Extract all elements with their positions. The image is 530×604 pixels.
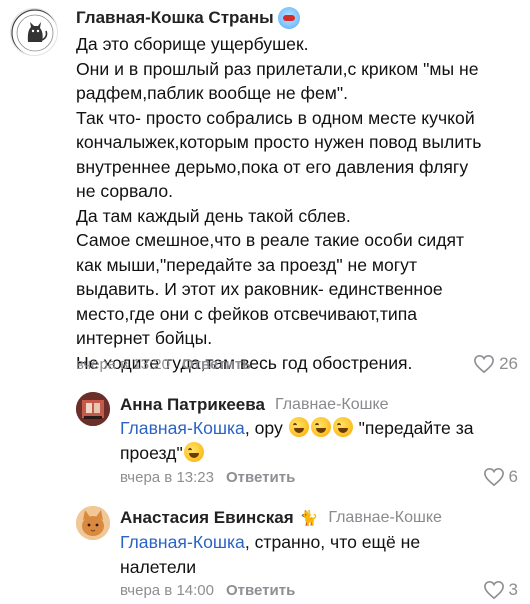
reply-button[interactable]: Ответить [226, 582, 295, 599]
avatar[interactable] [76, 506, 110, 540]
comment-author[interactable]: Анастасия Евинская [120, 508, 294, 528]
text-line: внутреннее дерьмо,пока от его давления ф… [76, 156, 469, 177]
text-fragment: проезд" [120, 442, 183, 463]
heart-icon [483, 467, 504, 487]
like-count: 26 [499, 354, 518, 373]
comment-time[interactable]: вчера в 13:20 [76, 356, 170, 373]
heart-icon [483, 580, 504, 600]
badge-icon [277, 7, 300, 29]
cat-logo-icon [11, 9, 57, 55]
comment-author[interactable]: Анна Патрикеева [120, 395, 265, 415]
text-line: Они и в прошлый раз прилетали,с криком "… [76, 58, 479, 79]
reply-to-label[interactable]: Главнае-Кошке [275, 396, 389, 414]
like-button[interactable]: 26 [473, 354, 518, 374]
reply-button[interactable]: Ответить [182, 356, 251, 373]
reply-button[interactable]: Ответить [226, 469, 295, 486]
heart-icon [474, 354, 494, 374]
text-fragment: налетели [120, 556, 197, 577]
like-button[interactable]: 6 [483, 467, 518, 487]
cat-icon: 🐈 [299, 510, 319, 527]
comment-meta: вчера в 13:20 Ответить [76, 356, 251, 373]
rofl-emoji-icon [288, 417, 309, 437]
like-count: 6 [508, 467, 518, 486]
avatar[interactable] [10, 8, 58, 56]
avatar[interactable] [76, 392, 110, 426]
text-line: Так что- просто собрались в одном месте … [76, 107, 475, 128]
text-fragment: , странно, что ещё не [244, 532, 421, 552]
comment-text: Да это сборище ущербушек. Они и в прошлы… [76, 32, 526, 375]
mention-link[interactable]: Главная-Кошка [120, 532, 245, 552]
comment-time[interactable]: вчера в 13:23 [120, 469, 214, 486]
comment-time[interactable]: вчера в 14:00 [120, 582, 214, 599]
text-line: выдавить. И этот их раковник- единственн… [76, 279, 443, 299]
avatar-image-icon [76, 392, 110, 426]
text-line: как мыши,"передайте за проезд" не могут [76, 254, 418, 275]
comment-text: Главная-Кошка, странно, что ещё не налет… [120, 530, 520, 579]
rofl-emoji-icon [332, 417, 353, 437]
comment-meta: вчера в 13:23 Ответить [120, 469, 295, 486]
text-line: не сорвало. [76, 181, 174, 201]
avatar-image-icon [76, 506, 110, 540]
text-line: кончалыжек,которым просто нужен повод вы… [76, 132, 482, 152]
text-line: Да там каждый день такой сблев. [76, 205, 351, 226]
reply-to-label[interactable]: Главнае-Кошке [328, 509, 442, 527]
comment-text: Главная-Кошка, ору "передайте за проезд" [120, 416, 520, 465]
rofl-emoji-icon [183, 441, 204, 462]
comment: Главная-Кошка Страны Да это сборище ущер… [0, 0, 530, 380]
mention-link[interactable]: Главная-Кошка [120, 418, 245, 438]
text-line: Да это сборище ущербушек. [76, 34, 309, 54]
text-fragment: "передайте за [358, 418, 474, 438]
text-line: Самое смешное,что в реале такие особи си… [76, 230, 465, 250]
like-button[interactable]: 3 [483, 580, 518, 600]
text-line: место,где они с фейков отсвечивают,типа [76, 303, 418, 324]
like-count: 3 [508, 580, 518, 599]
rofl-emoji-icon [310, 417, 331, 437]
comment-meta: вчера в 14:00 Ответить [120, 582, 295, 599]
text-line: интернет бойцы. [76, 328, 213, 348]
comment-author[interactable]: Главная-Кошка Страны [76, 8, 274, 28]
text-fragment: , ору [244, 418, 283, 438]
text-line: радфем,паблик вообще не фем". [76, 83, 348, 103]
reply-comment: Анастасия Евинская 🐈 Главнае-Кошке Главн… [0, 498, 530, 604]
reply-comment: Анна Патрикеева Главнае-Кошке Главная-Ко… [0, 384, 530, 494]
